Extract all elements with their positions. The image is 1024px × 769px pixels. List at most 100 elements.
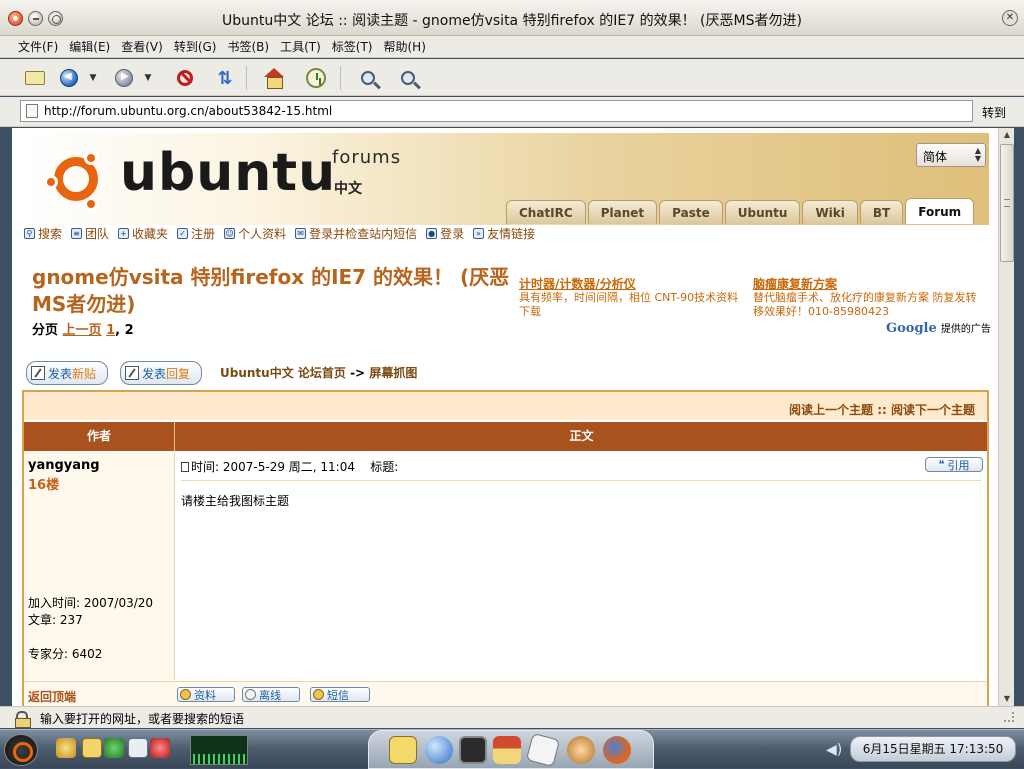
ruby-icon[interactable]: [150, 738, 170, 758]
forward-button[interactable]: [113, 67, 135, 89]
nav-register[interactable]: ✓ 注册: [177, 225, 215, 242]
login-icon: ●: [426, 227, 438, 239]
nav-profile-label: 个人资料: [238, 226, 287, 241]
globe-icon[interactable]: [425, 736, 453, 764]
back-button[interactable]: [58, 67, 80, 89]
nav-groups[interactable]: ≡ 团队: [71, 225, 109, 242]
topic-title[interactable]: gnome仿vsita 特别firefox 的IE7 的效果！ (厌恶MS者勿进…: [32, 264, 522, 318]
nav-favorites-label: 收藏夹: [132, 226, 169, 241]
user-nav-bar: ⚲ 搜索 ≡ 团队 + 收藏夹 ✓ 注册 ☺ 个人资料 ✉ 登录并检查站内短信 ● 登录 » 友…: [24, 224, 544, 242]
pager-page-1[interactable]: 1: [106, 323, 115, 338]
nav-profile[interactable]: ☺ 个人资料: [224, 225, 286, 242]
quote-button[interactable]: ❝ 引用: [925, 457, 983, 472]
firefox-icon[interactable]: [603, 736, 631, 764]
private-message-button[interactable]: 短信: [310, 687, 370, 702]
next-topic-link[interactable]: 阅读下一个主题: [891, 403, 975, 417]
ad-left-title[interactable]: 计时器/计数器/分析仪: [519, 277, 749, 291]
menu-help[interactable]: 帮助(H): [384, 38, 426, 55]
tab-wiki[interactable]: Wiki: [802, 200, 858, 224]
post-subject-label: 标题:: [370, 460, 399, 474]
notes-icon[interactable]: [389, 736, 417, 764]
volume-icon[interactable]: ◀): [826, 742, 842, 758]
post-text: 请楼主给我图标主题: [181, 494, 290, 508]
updown-arrow-icon: ▲ ▼: [974, 146, 981, 163]
breadcrumb-home[interactable]: Ubuntu中文 论坛首页: [220, 366, 346, 380]
nav-favorites[interactable]: + 收藏夹: [118, 225, 168, 242]
user-avatar-icon[interactable]: [567, 736, 595, 764]
zoom-out-button[interactable]: [357, 67, 379, 89]
stop-button[interactable]: [174, 67, 196, 89]
menu-tabs[interactable]: 标签(T): [332, 38, 373, 55]
tab-bt[interactable]: BT: [859, 200, 904, 224]
url-input[interactable]: [44, 104, 972, 118]
scrollbar-thumb[interactable]: [1000, 144, 1014, 262]
home-icon[interactable]: [493, 736, 521, 764]
history-icon: [306, 68, 326, 88]
google-ads-label[interactable]: Google 提供的广告: [886, 320, 991, 336]
menu-go[interactable]: 转到(G): [174, 38, 217, 55]
ad-right-title[interactable]: 脑瘤康复新方案: [753, 277, 985, 291]
vertical-scrollbar[interactable]: ▲ ▼: [998, 128, 1014, 706]
back-history-dropdown[interactable]: ▼: [86, 67, 100, 89]
menu-file[interactable]: 文件(F): [18, 38, 58, 55]
reload-button[interactable]: ⇅: [214, 67, 236, 89]
apps-icon[interactable]: [104, 738, 124, 758]
zoom-in-button[interactable]: [397, 67, 419, 89]
reply-button[interactable]: 发表 回复: [120, 361, 202, 385]
poster-score: 专家分: 6402: [28, 647, 103, 661]
cpu-monitor-graph[interactable]: [190, 735, 248, 765]
bowl-icon[interactable]: [56, 738, 76, 758]
nav-login[interactable]: ● 登录: [426, 225, 464, 242]
offline-status-button[interactable]: 离线: [242, 687, 300, 702]
document-icon[interactable]: [525, 732, 561, 768]
tab-planet[interactable]: Planet: [587, 200, 658, 224]
prev-topic-link[interactable]: 阅读上一个主题: [789, 403, 873, 417]
language-select[interactable]: 简体 ▲ ▼: [916, 143, 986, 167]
pager-prev-link[interactable]: 上一页: [63, 323, 102, 338]
tab-chatirc[interactable]: ChatIRC: [506, 200, 586, 224]
tab-forum[interactable]: Forum: [905, 198, 975, 224]
menu-tools[interactable]: 工具(T): [280, 38, 321, 55]
film-icon[interactable]: [459, 736, 487, 764]
window-close-icon[interactable]: ✕: [1002, 10, 1018, 26]
logo-wordmark[interactable]: ubuntu: [120, 143, 336, 203]
breadcrumb-separator: ->: [350, 366, 366, 380]
menu-edit[interactable]: 编辑(E): [69, 38, 110, 55]
history-button[interactable]: [305, 67, 327, 89]
new-topic-button[interactable]: 发表 新贴: [26, 361, 108, 385]
ad-block-right[interactable]: 脑瘤康复新方案 替代脑瘤手术、放化疗的康复新方案 防复发转移效果好！010-85…: [753, 277, 985, 319]
lock-icon: [15, 711, 31, 728]
profile-button[interactable]: 资料: [177, 687, 235, 702]
url-field[interactable]: [20, 100, 973, 122]
scroll-up-arrow-icon[interactable]: ▲: [1000, 128, 1014, 142]
messaging-icon[interactable]: [128, 738, 148, 758]
offline-status-label: 离线: [259, 688, 281, 702]
profile-button-label: 资料: [194, 688, 216, 702]
ubuntu-menu-button[interactable]: [4, 734, 38, 766]
reload-icon: ⇅: [217, 67, 233, 89]
ubuntu-logo-icon[interactable]: [44, 149, 108, 211]
notes-icon[interactable]: [82, 738, 102, 758]
go-button[interactable]: 转到: [982, 104, 1006, 121]
new-window-button[interactable]: [24, 67, 46, 89]
nav-search[interactable]: ⚲ 搜索: [24, 225, 62, 242]
breadcrumb-current[interactable]: 屏幕抓图: [369, 366, 417, 380]
post-table-header: 作者 正文: [24, 422, 987, 451]
forward-history-dropdown[interactable]: ▼: [141, 67, 155, 89]
column-body: 正文: [569, 429, 594, 443]
link-icon: »: [473, 227, 485, 239]
nav-links[interactable]: » 友情链接: [473, 225, 535, 242]
home-button[interactable]: [263, 67, 285, 89]
tab-ubuntu[interactable]: Ubuntu: [724, 200, 801, 224]
ad-block-left[interactable]: 计时器/计数器/分析仪 具有频率，时间间隔，相位 CNT-90技术资料下载: [519, 277, 749, 319]
menu-bookmarks[interactable]: 书签(B): [227, 38, 269, 55]
nav-login-check-pm[interactable]: ✉ 登录并检查站内短信: [295, 225, 417, 242]
resize-grip-icon[interactable]: [1004, 712, 1014, 722]
tab-paste[interactable]: Paste: [659, 200, 723, 224]
back-to-top-link[interactable]: 返回顶端: [28, 688, 76, 705]
window-titlebar[interactable]: Ubuntu中文 论坛 :: 阅读主题 - gnome仿vsita 特别fire…: [0, 0, 1024, 36]
navigation-toolbar: ▼ ▼ ⇅: [0, 59, 1024, 96]
scroll-down-arrow-icon[interactable]: ▼: [1000, 692, 1014, 706]
clock[interactable]: 6月15日星期五 17:13:50: [850, 736, 1016, 762]
menu-view[interactable]: 查看(V): [121, 38, 163, 55]
